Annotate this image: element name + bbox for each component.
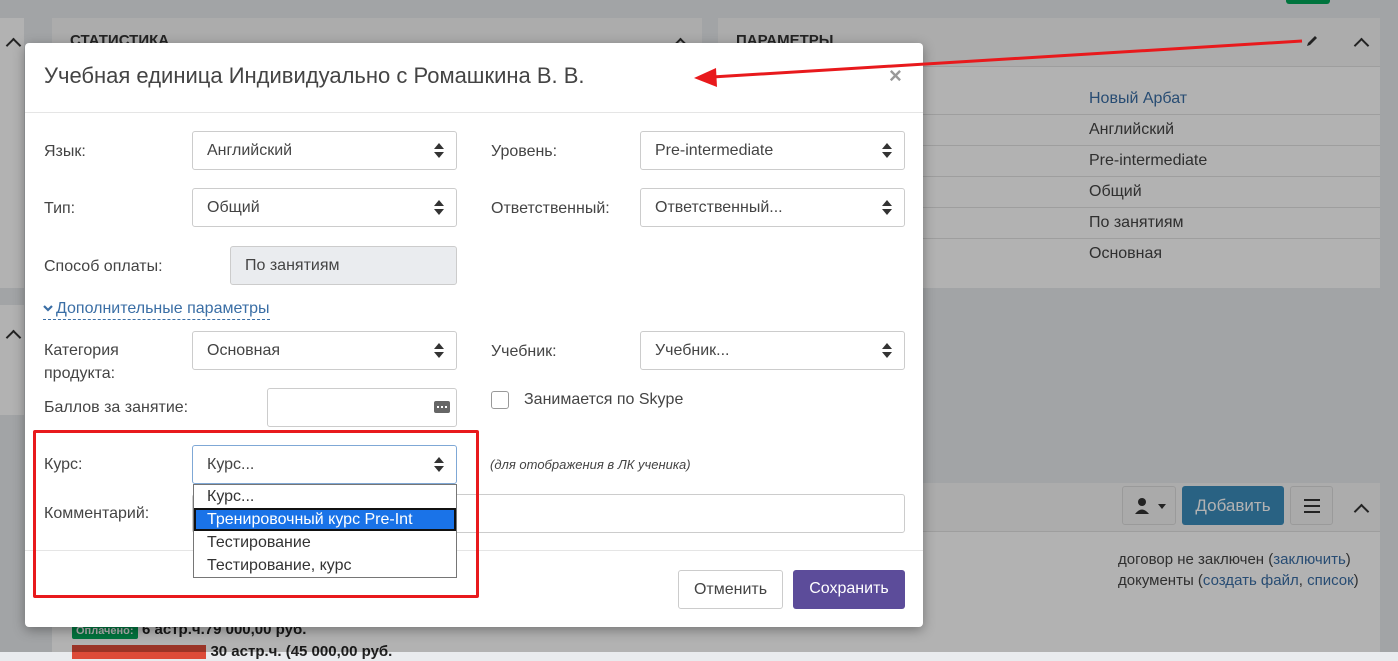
annotation-arrow-icon xyxy=(694,39,1303,87)
